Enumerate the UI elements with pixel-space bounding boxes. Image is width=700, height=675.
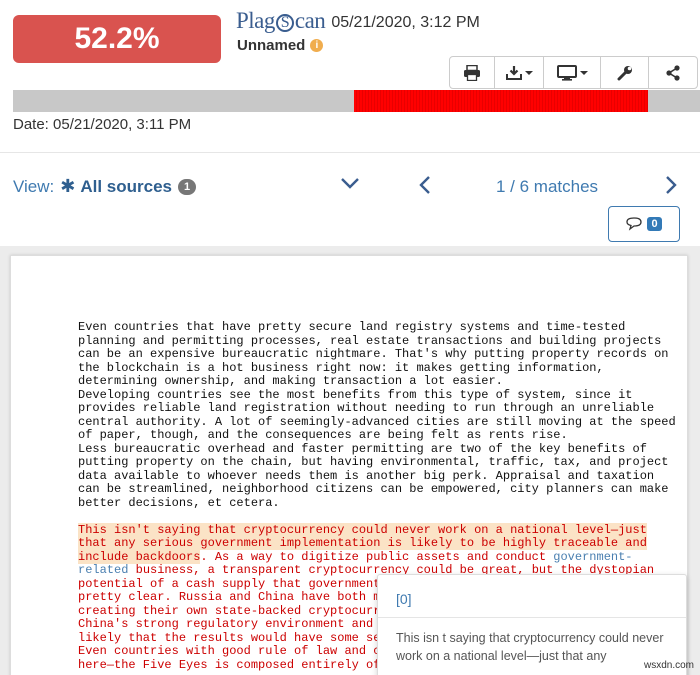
chevron-down-icon[interactable]: [340, 176, 360, 190]
matched-text[interactable]: pretty clear. Russia and China have both…: [78, 590, 388, 604]
watermark: wsxdn.com: [643, 660, 694, 671]
logo-magnifier-s: S: [275, 14, 294, 32]
chevron-down-icon: [579, 70, 588, 75]
highlighted-match[interactable]: This isn't saying that cryptocurrency co…: [78, 522, 647, 537]
report-timestamp: 05/21/2020, 3:12 PM: [331, 13, 480, 31]
monitor-icon: [556, 64, 577, 81]
match-counter: 1 / 6 matches: [496, 177, 599, 196]
match-tooltip: [0] This isn t saying that cryptocurrenc…: [377, 574, 687, 675]
similarity-score-badge: 52.2%: [13, 15, 221, 63]
matched-text[interactable]: here—the Five Eyes is composed entirely …: [78, 658, 380, 672]
matched-text-link[interactable]: government-: [553, 550, 632, 564]
settings-button[interactable]: [601, 57, 649, 88]
share-icon: [666, 64, 680, 81]
matched-text[interactable]: China's strong regulatory environment an…: [78, 617, 388, 631]
comments-button[interactable]: 0: [608, 206, 680, 242]
matched-text[interactable]: . As a way to digitize public assets and…: [200, 550, 553, 564]
share-button[interactable]: [649, 57, 697, 88]
print-icon: [464, 64, 480, 81]
matched-text[interactable]: potential of a cash supply that governme…: [78, 577, 388, 591]
plagscan-logo: Plag Scan: [236, 8, 326, 34]
submission-date: Date: 05/21/2020, 3:11 PM: [13, 116, 192, 133]
comments-icon: [626, 217, 643, 231]
view-label: View:: [13, 176, 55, 196]
download-button[interactable]: [495, 57, 544, 88]
view-selector[interactable]: View: ✱ All sources 1: [13, 176, 197, 197]
wrench-icon: [617, 65, 632, 80]
comments-count: 0: [647, 217, 662, 231]
tooltip-text: This isn t saying that cryptocurrency co…: [396, 631, 664, 663]
match-overview-bar[interactable]: [13, 90, 700, 112]
print-button[interactable]: [450, 57, 495, 88]
matched-text[interactable]: creating their own state-backed cryptocu…: [78, 604, 388, 618]
highlighted-match[interactable]: that any serious government implementati…: [78, 536, 647, 550]
chevron-down-icon: [524, 70, 533, 75]
report-toolbar: [449, 56, 698, 89]
document-name: Unnamed i: [237, 37, 324, 54]
logo-part-1: Plag: [236, 8, 275, 33]
view-sources-label: All sources: [80, 176, 173, 196]
matched-text[interactable]: Even countries with good rule of law and…: [78, 644, 388, 658]
document-name-label: Unnamed: [237, 37, 306, 54]
sources-count-badge: 1: [178, 178, 197, 195]
asterisk-icon: ✱: [60, 176, 76, 196]
matched-text-link[interactable]: related: [78, 563, 128, 577]
divider: [0, 152, 700, 153]
chevron-left-icon[interactable]: [418, 175, 432, 195]
chevron-right-icon[interactable]: [664, 175, 678, 195]
display-button[interactable]: [544, 57, 601, 88]
info-icon[interactable]: i: [310, 39, 324, 52]
match-segment[interactable]: [354, 90, 648, 112]
highlighted-match[interactable]: include backdoors: [78, 549, 201, 564]
brand: Plag Scan 05/21/2020, 3:12 PM: [236, 8, 480, 34]
logo-part-2: can: [294, 8, 326, 33]
divider: [378, 617, 686, 618]
paragraph-unmatched: Even countries that have pretty secure l…: [78, 320, 676, 510]
tooltip-source-ref[interactable]: [0]: [396, 591, 412, 607]
download-icon: [505, 65, 522, 80]
matched-text[interactable]: likely that the results would have some …: [78, 631, 388, 645]
